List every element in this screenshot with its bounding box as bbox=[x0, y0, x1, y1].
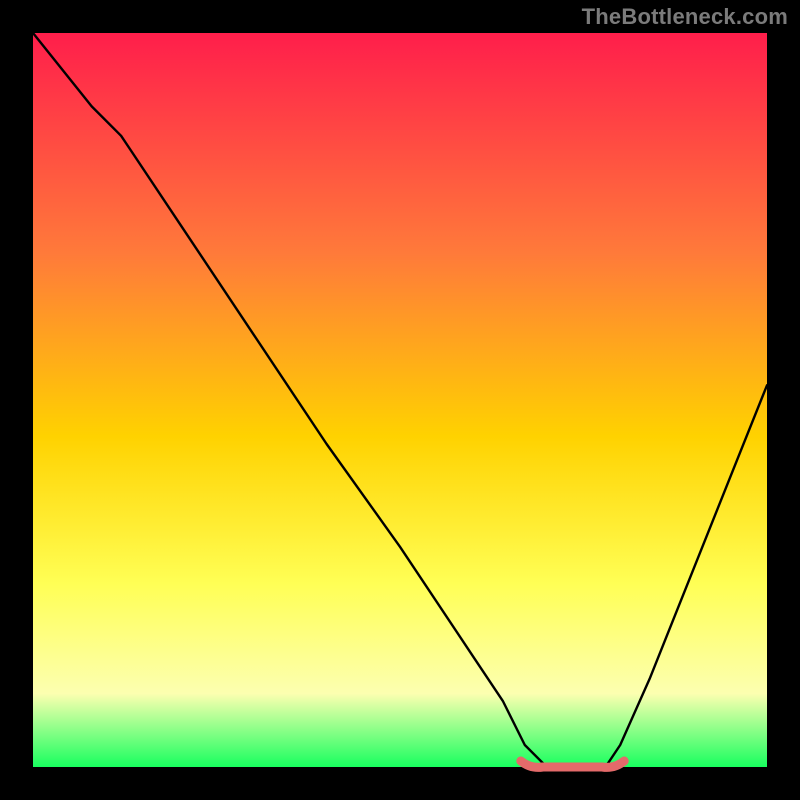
bottleneck-chart bbox=[0, 0, 800, 800]
chart-frame: { "watermark": "TheBottleneck.com", "col… bbox=[0, 0, 800, 800]
gradient-background bbox=[33, 33, 767, 767]
watermark-text: TheBottleneck.com bbox=[582, 4, 788, 30]
